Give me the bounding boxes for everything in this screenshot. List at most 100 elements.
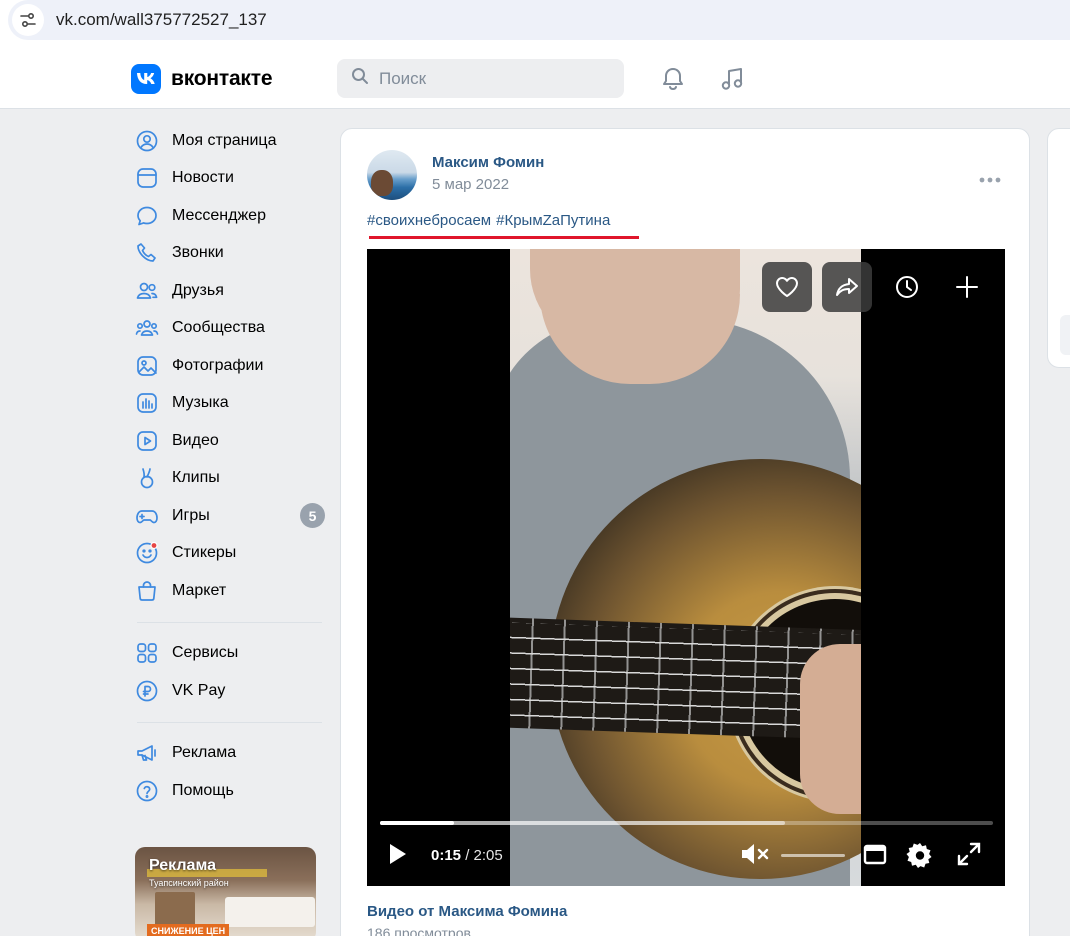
message-icon xyxy=(135,204,159,228)
music-icon xyxy=(135,391,159,415)
phone-icon xyxy=(135,241,159,265)
sidebar-item-market[interactable]: Маркет xyxy=(135,572,325,610)
sidebar-item-label: Реклама xyxy=(172,744,237,762)
plus-icon xyxy=(956,276,978,298)
current-time: 0:15 xyxy=(431,847,462,864)
sidebar-item-news[interactable]: Новости xyxy=(135,160,325,198)
sidebar-item-label: Друзья xyxy=(172,281,224,299)
clips-icon xyxy=(135,466,159,490)
like-video-button[interactable] xyxy=(762,262,812,312)
sidebar-item-photos[interactable]: Фотографии xyxy=(135,347,325,385)
video-frame xyxy=(510,249,861,886)
vk-logo-icon xyxy=(131,64,161,94)
browser-address-bar-area: vk.com/wall375772527_137 xyxy=(0,0,1070,48)
sidebar-item-label: Видео xyxy=(172,431,219,449)
video-progress-bar[interactable] xyxy=(380,821,993,825)
duration: 2:05 xyxy=(473,847,503,864)
sidebar-item-phone[interactable]: Звонки xyxy=(135,235,325,273)
logo-text: вконтакте xyxy=(171,67,273,90)
communities-icon xyxy=(135,316,159,340)
search-icon xyxy=(351,67,369,90)
music-note-icon[interactable] xyxy=(719,66,745,97)
sidebar-item-vkpay[interactable]: VK Pay xyxy=(135,672,325,710)
vk-logo[interactable]: вконтакте xyxy=(131,64,272,94)
sidebar-item-services[interactable]: Сервисы xyxy=(135,635,325,673)
share-video-button[interactable] xyxy=(822,262,872,312)
video-title[interactable]: Видео от Максима Фомина xyxy=(367,903,567,920)
sidebar-item-label: Фотографии xyxy=(172,356,264,374)
notification-badge: 5 xyxy=(300,503,325,529)
games-icon xyxy=(135,504,159,528)
right-side-card xyxy=(1047,128,1070,368)
more-options-icon[interactable] xyxy=(978,171,1002,189)
search-input[interactable]: Поиск xyxy=(337,59,624,98)
post-date[interactable]: 5 мар 2022 xyxy=(432,176,509,193)
sidebar-item-ads[interactable]: Реклама xyxy=(135,735,325,773)
ad-badge: СНИЖЕНИЕ ЦЕН xyxy=(147,924,230,936)
sidebar-divider xyxy=(137,721,322,723)
wall-post: Максим Фомин 5 мар 2022 #своихнебросаем … xyxy=(340,128,1030,936)
search-placeholder: Поиск xyxy=(379,68,427,88)
sidebar-item-message[interactable]: Мессенджер xyxy=(135,197,325,235)
sidebar-divider xyxy=(137,621,322,623)
sidebar-item-stickers[interactable]: Стикеры xyxy=(135,535,325,573)
sidebar-item-label: Мессенджер xyxy=(172,206,266,224)
friends-icon xyxy=(135,279,159,303)
services-icon xyxy=(135,641,159,665)
play-icon[interactable] xyxy=(385,841,409,867)
left-sidebar: Моя страница Новости Мессенджер Звонки Друзь… xyxy=(135,122,325,810)
sidebar-item-label: Звонки xyxy=(172,244,224,262)
sidebar-item-label: Музыка xyxy=(172,394,229,412)
hashtag-link[interactable]: #своихнебросаем xyxy=(367,212,491,229)
bell-icon[interactable] xyxy=(660,66,686,97)
video-player[interactable]: 0:15 / 2:05 xyxy=(367,249,1005,886)
sidebar-item-video[interactable]: Видео xyxy=(135,422,325,460)
top-header: вконтакте Поиск xyxy=(0,48,1070,109)
url-text: vk.com/wall375772527_137 xyxy=(56,10,267,29)
mini-player-icon[interactable] xyxy=(863,841,887,867)
ad-title: Реклама xyxy=(149,857,216,874)
help-icon xyxy=(135,779,159,803)
site-settings-icon[interactable] xyxy=(12,4,44,36)
vkpay-icon xyxy=(135,679,159,703)
clock-icon xyxy=(896,276,918,298)
add-video-button[interactable] xyxy=(942,262,992,312)
author-avatar[interactable] xyxy=(367,150,417,200)
fullscreen-icon[interactable] xyxy=(956,841,982,867)
sidebar-item-label: Помощь xyxy=(172,781,234,799)
address-bar[interactable]: vk.com/wall375772527_137 xyxy=(8,0,1070,40)
muted-volume-icon[interactable] xyxy=(739,841,771,867)
sidebar-item-communities[interactable]: Сообщества xyxy=(135,310,325,348)
author-name[interactable]: Максим Фомин xyxy=(432,154,544,171)
post-hashtags: #своихнебросаем #КрымZaПутина xyxy=(367,212,610,229)
settings-gear-icon[interactable] xyxy=(906,841,934,869)
volume-slider[interactable] xyxy=(781,854,845,857)
sidebar-item-clips[interactable]: Клипы xyxy=(135,460,325,498)
sidebar-item-user-circle[interactable]: Моя страница xyxy=(135,122,325,160)
user-circle-icon xyxy=(135,129,159,153)
stickers-icon xyxy=(135,541,159,565)
sidebar-item-label: Маркет xyxy=(172,581,227,599)
sidebar-item-games[interactable]: Игры 5 xyxy=(135,497,325,535)
video-views: 186 просмотров xyxy=(367,925,471,936)
sidebar-item-label: Игры xyxy=(172,506,210,524)
hashtag-link[interactable]: #КрымZaПутина xyxy=(496,212,610,229)
sidebar-item-friends[interactable]: Друзья xyxy=(135,272,325,310)
ads-icon xyxy=(135,741,159,765)
video-time: 0:15 / 2:05 xyxy=(431,847,503,864)
sidebar-item-label: Сервисы xyxy=(172,644,239,662)
watch-later-button[interactable] xyxy=(882,262,932,312)
sidebar-item-label: Новости xyxy=(172,169,234,187)
photos-icon xyxy=(135,354,159,378)
sidebar-item-label: Стикеры xyxy=(172,544,237,562)
news-icon xyxy=(135,166,159,190)
video-progress-fill xyxy=(380,821,454,825)
heart-icon xyxy=(776,277,798,297)
sidebar-ad[interactable]: Реклама Туапсинский район СНИЖЕНИЕ ЦЕН xyxy=(135,847,316,936)
sidebar-item-help[interactable]: Помощь xyxy=(135,772,325,810)
ad-subtitle: Туапсинский район xyxy=(149,878,229,888)
sidebar-item-label: Моя страница xyxy=(172,131,277,149)
sidebar-item-music[interactable]: Музыка xyxy=(135,385,325,423)
video-icon xyxy=(135,429,159,453)
red-underline-annotation xyxy=(369,236,639,239)
